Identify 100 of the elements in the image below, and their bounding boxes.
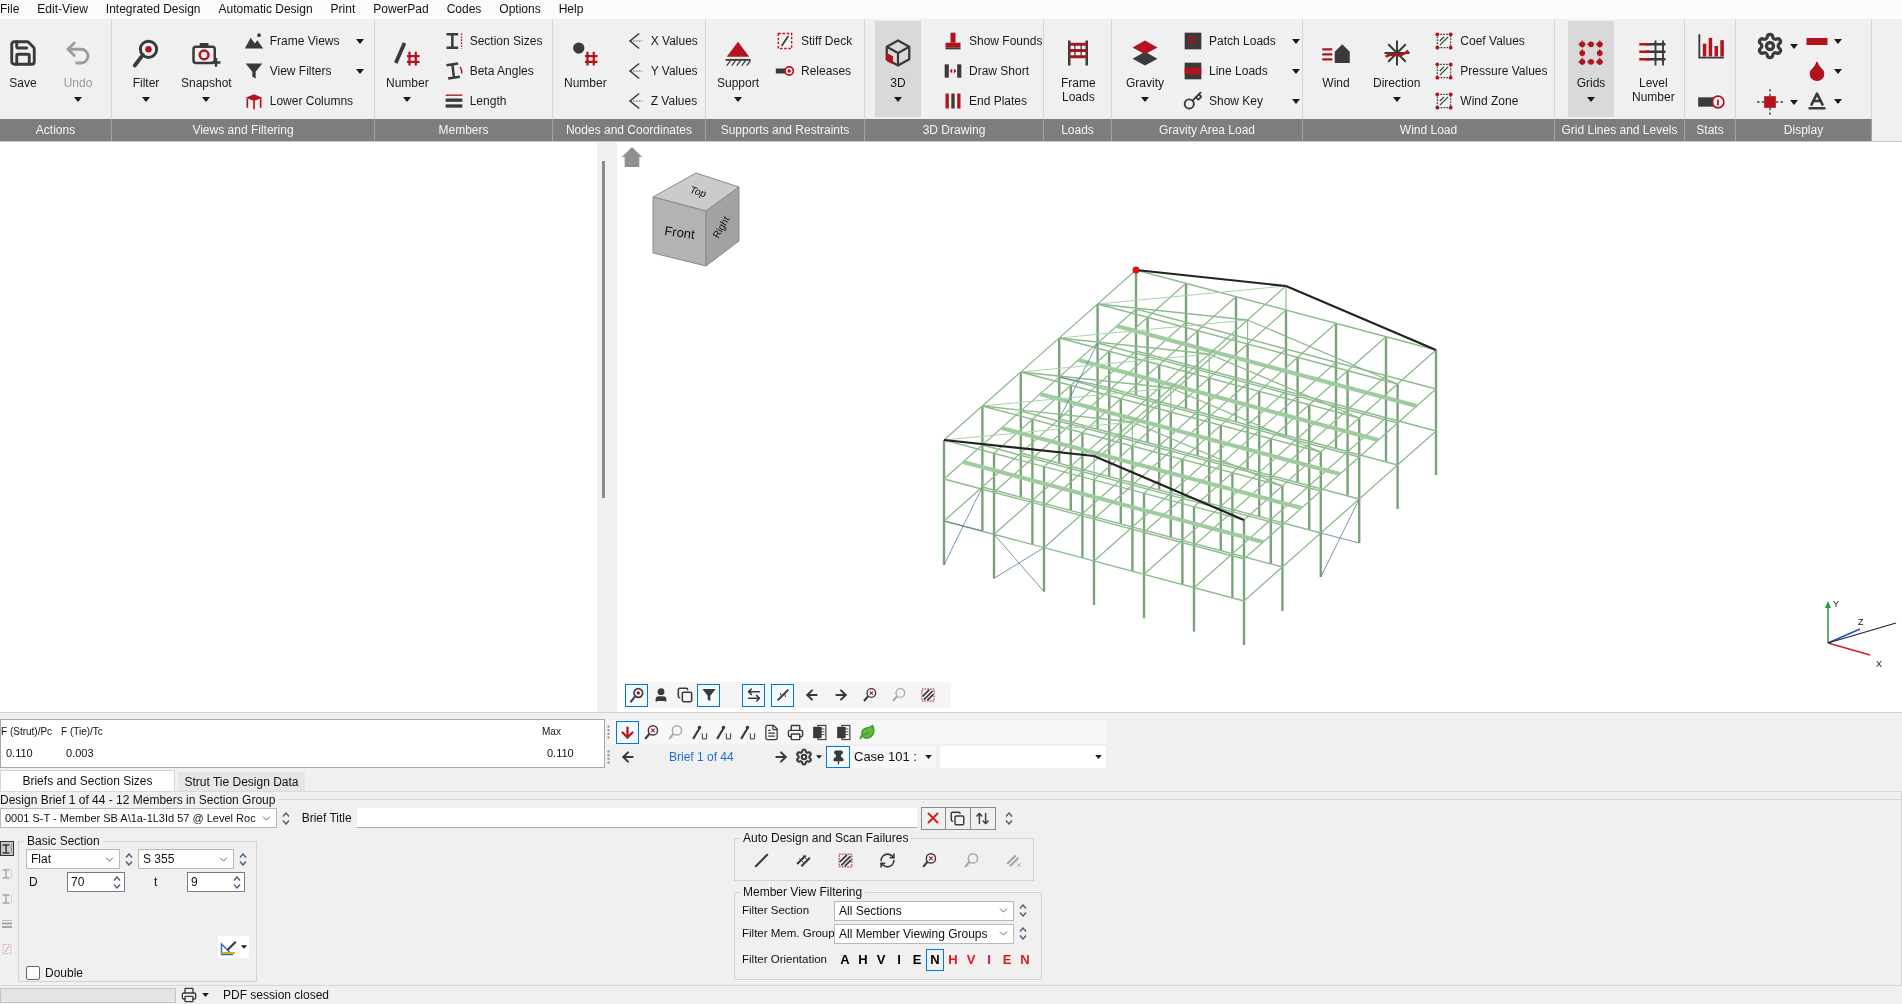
- dotted-square-icon: [1434, 61, 1455, 81]
- ribbon-menu-button[interactable]: Length: [443, 86, 543, 116]
- orientation-toggle[interactable]: V: [966, 953, 976, 967]
- ribbon-menu-button[interactable]: Patch Loads: [1183, 26, 1300, 56]
- orientation-toggle[interactable]: N: [1020, 953, 1030, 967]
- menu-item[interactable]: Edit-View: [37, 1, 88, 18]
- ribbon-menu-button[interactable]: View Filters: [243, 56, 364, 86]
- ribbon-button[interactable]: Save: [0, 21, 46, 117]
- printer-icon: [787, 723, 804, 741]
- menu-item[interactable]: Integrated Design: [105, 1, 201, 18]
- cube-icon: [883, 38, 913, 68]
- ribbon-group-label: Grid Lines and Levels: [1555, 119, 1685, 141]
- menu-item[interactable]: Codes: [446, 1, 482, 18]
- ribbon-menu-button[interactable]: End Plates: [943, 86, 1043, 116]
- ribbon-menu-button[interactable]: Coef Values: [1434, 26, 1548, 56]
- tab[interactable]: Strut Tie Design Data: [178, 772, 305, 791]
- ribbon-menu-button[interactable]: Z Values: [624, 86, 698, 116]
- section-tool-button[interactable]: [0, 841, 14, 856]
- brief-title-input[interactable]: [356, 808, 917, 828]
- ribbon-menu-button[interactable]: Draw Short: [943, 56, 1043, 86]
- ribbon-button[interactable]: Wind: [1313, 21, 1359, 117]
- orientation-toggle[interactable]: I: [987, 953, 991, 967]
- pin-button[interactable]: [826, 746, 850, 768]
- menu-item[interactable]: Print: [330, 1, 356, 18]
- ribbon-menu-button[interactable]: Wind Zone: [1434, 86, 1548, 116]
- home-icon[interactable]: [621, 146, 643, 168]
- ribbon-button[interactable]: Direction: [1367, 21, 1427, 117]
- orientation-toggle[interactable]: E: [1002, 953, 1012, 967]
- ribbon-menu-button[interactable]: Show Founds: [943, 26, 1043, 56]
- toolbar-button[interactable]: [625, 683, 648, 707]
- orientation-toggle[interactable]: V: [876, 953, 886, 967]
- dropdown-arrow-icon: [1834, 98, 1842, 104]
- menu-item[interactable]: PowerPad: [373, 1, 429, 18]
- ribbon-button[interactable]: Frame Loads: [1055, 21, 1102, 117]
- print-button[interactable]: [181, 987, 209, 1003]
- spinner-control[interactable]: [237, 852, 249, 866]
- ribbon-menu-button[interactable]: X Values: [624, 26, 698, 56]
- toolbar-button[interactable]: [742, 683, 765, 707]
- number-input[interactable]: 9: [187, 872, 245, 892]
- ribbon-button[interactable]: Grids: [1568, 21, 1614, 117]
- ribbon-menu-button[interactable]: Show Key: [1183, 86, 1300, 116]
- section-type-dropdown[interactable]: Flat: [26, 849, 120, 869]
- ribbon-menu-button[interactable]: Line Loads: [1183, 56, 1300, 86]
- ribbon-menu-button[interactable]: Stiff Deck: [775, 26, 853, 56]
- cube-face-label: Front: [663, 223, 696, 243]
- orientation-toggle[interactable]: H: [948, 953, 958, 967]
- spinner-control[interactable]: [231, 875, 243, 889]
- delete-button[interactable]: [920, 806, 946, 830]
- menu-item[interactable]: Help: [558, 1, 584, 18]
- ribbon-button[interactable]: Number: [558, 21, 613, 117]
- ribbon-button[interactable]: Gravity: [1120, 21, 1170, 117]
- copy-button[interactable]: [945, 806, 971, 830]
- ribbon-menu-button[interactable]: Frame Views: [243, 26, 364, 56]
- ribbon-menu-button[interactable]: Y Values: [624, 56, 698, 86]
- toolbar-button[interactable]: [771, 683, 794, 707]
- orientation-toggle[interactable]: I: [897, 953, 901, 967]
- ribbon-button[interactable]: Snapshot: [175, 21, 238, 117]
- spinner-control[interactable]: [123, 852, 135, 866]
- number-input[interactable]: 70: [67, 872, 125, 892]
- brief-dropdown[interactable]: 0001 S-T - Member SB A\1a-1L3Id 57 @ Level Roc: [0, 808, 277, 828]
- tab[interactable]: Briefs and Section Sizes: [0, 770, 175, 791]
- ribbon-button[interactable]: Number: [380, 21, 435, 117]
- load-case-dropdown[interactable]: Case 101 :: [850, 746, 936, 768]
- toolbar-button[interactable]: [697, 683, 720, 707]
- orientation-toggle[interactable]: H: [858, 953, 868, 967]
- ribbon-button[interactable]: Filter: [123, 21, 169, 117]
- checkbox[interactable]: [26, 966, 40, 980]
- menu-item[interactable]: Options: [499, 1, 541, 18]
- ribbon-group-label: Gravity Area Load: [1112, 119, 1303, 141]
- ribbon-menu-button[interactable]: Releases: [775, 56, 853, 86]
- report-icon: [811, 723, 828, 741]
- right-arrow-icon: [832, 687, 849, 703]
- member-tool-icon: [691, 723, 708, 741]
- ribbon-menu-button[interactable]: Lower Columns: [243, 86, 364, 116]
- spinner-control[interactable]: [1017, 904, 1029, 917]
- ribbon-menu-button[interactable]: Beta Angles: [443, 56, 543, 86]
- ribbon-menu-button[interactable]: Section Sizes: [443, 26, 543, 56]
- orientation-toggle[interactable]: A: [840, 953, 850, 967]
- ribbon-button[interactable]: Support: [711, 21, 766, 117]
- menu-item[interactable]: File: [0, 1, 20, 18]
- steel-grade-dropdown[interactable]: S 355: [138, 849, 234, 869]
- down-arrow-icon: [619, 723, 636, 741]
- settings-button[interactable]: [795, 748, 822, 766]
- ribbon-button[interactable]: Level Number: [1626, 21, 1681, 117]
- dropdown-field[interactable]: [939, 746, 1106, 768]
- sort-button[interactable]: [970, 806, 996, 830]
- spinner-control[interactable]: [111, 875, 123, 889]
- filter-dropdown[interactable]: All Sections: [834, 900, 1014, 921]
- hatched-square-icon: [836, 851, 854, 869]
- ribbon-button[interactable]: 3D: [875, 21, 921, 117]
- menu-item[interactable]: Automatic Design: [218, 1, 313, 18]
- table-cell-text: 0.003: [66, 745, 94, 761]
- orientation-toggle[interactable]: E: [912, 953, 922, 967]
- toolbar-button[interactable]: [616, 720, 639, 744]
- filter-dropdown[interactable]: All Member Viewing Groups: [834, 923, 1014, 944]
- spinner-control[interactable]: [1017, 927, 1029, 940]
- ribbon-menu-button[interactable]: Pressure Values: [1434, 56, 1548, 86]
- pin-icon: [830, 749, 846, 765]
- scrollbar[interactable]: [602, 161, 605, 498]
- section-edit-button[interactable]: [218, 936, 249, 958]
